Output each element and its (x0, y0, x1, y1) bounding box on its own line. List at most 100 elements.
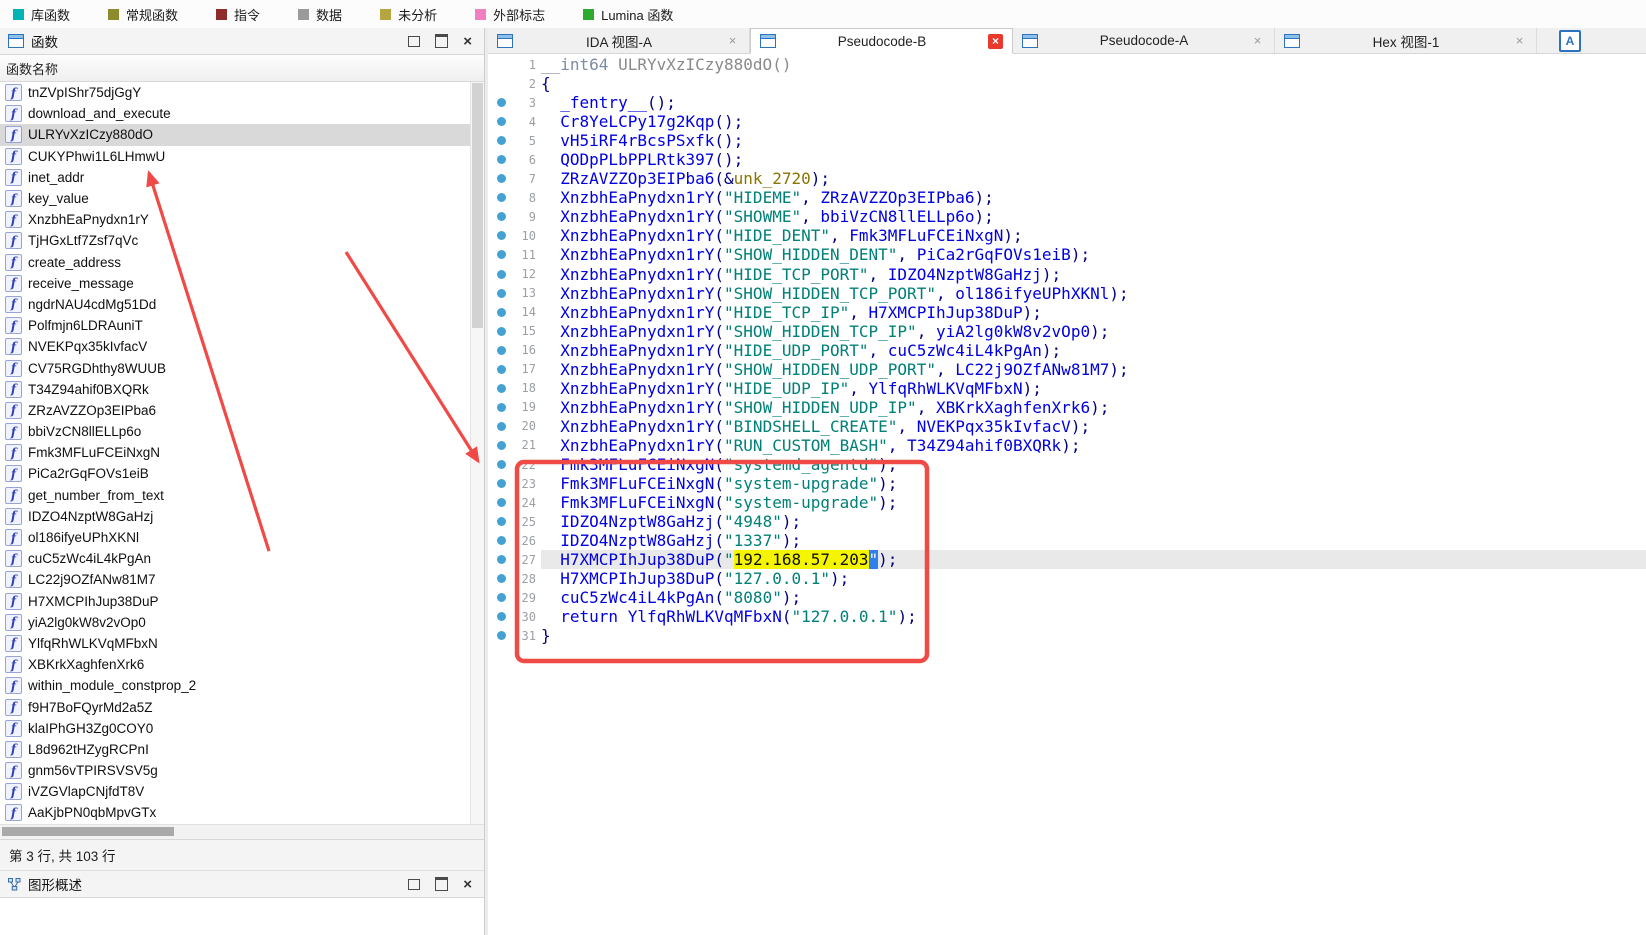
line-mark-dot[interactable] (496, 421, 506, 431)
code-line[interactable]: 14 XnzbhEaPnydxn1rY("HIDE_TCP_IP", H7XMC… (488, 303, 1646, 322)
line-mark-dot[interactable] (496, 250, 506, 260)
function-list-item[interactable]: f cuC5zWc4iL4kPgAn (0, 548, 471, 569)
line-mark-dot[interactable] (496, 440, 506, 450)
horizontal-scrollbar-thumb[interactable] (2, 827, 174, 836)
pseudocode-view[interactable]: 1 __int64 ULRYvXzICzy880dO() 2{3 _fentry__… (488, 54, 1646, 935)
line-mark-dot[interactable] (496, 193, 506, 203)
line-mark-dot[interactable] (496, 345, 506, 355)
line-mark-dot[interactable] (496, 174, 506, 184)
function-list-item[interactable]: f tnZVpIShr75djGgY (0, 82, 471, 103)
function-list-item[interactable]: f T34Z94ahif0BXQRk (0, 379, 471, 400)
function-list-item[interactable]: f H7XMCPIhJup38DuP (0, 591, 471, 612)
line-mark-dot[interactable] (496, 517, 506, 527)
function-list-item[interactable]: f XBKrkXaghfenXrk6 (0, 654, 471, 675)
code-line[interactable]: 25 IDZO4NzptW8GaHzj("4948"); (488, 512, 1646, 531)
line-mark-dot[interactable] (496, 631, 506, 641)
code-line[interactable]: 8 XnzbhEaPnydxn1rY("HIDEME", ZRzAVZZOp3E… (488, 188, 1646, 207)
line-mark-dot[interactable] (496, 536, 506, 546)
function-list-item[interactable]: f CV75RGDhthy8WUUB (0, 357, 471, 378)
code-line[interactable]: 30 return YlfqRhWLKVqMFbxN("127.0.0.1"); (488, 607, 1646, 626)
tab-close-icon[interactable]: × (1250, 33, 1265, 48)
code-line[interactable]: 3 _fentry__(); (488, 93, 1646, 112)
code-line[interactable]: 29 cuC5zWc4iL4kPgAn("8080"); (488, 588, 1646, 607)
column-header-function-name[interactable]: 函数名称 (0, 55, 484, 82)
function-list-item[interactable]: f receive_message (0, 273, 471, 294)
function-list-item[interactable]: f Polfmjn6LDRAuniT (0, 315, 471, 336)
line-mark-dot[interactable] (496, 555, 506, 565)
code-line[interactable]: 2{ (488, 74, 1646, 93)
float-window-icon[interactable] (435, 34, 449, 48)
line-mark-dot[interactable] (496, 117, 506, 127)
code-line[interactable]: 1 __int64 ULRYvXzICzy880dO() (488, 55, 1646, 74)
code-line[interactable]: 27 H7XMCPIhJup38DuP("192.168.57.203"); (488, 550, 1646, 570)
function-list-item[interactable]: f create_address (0, 252, 471, 273)
code-line[interactable]: 22 Fmk3MFLuFCEiNxgN("systemd_agentd"); (488, 455, 1646, 474)
tab-close-icon[interactable]: × (725, 33, 740, 48)
function-list-vertical-scrollbar[interactable] (470, 82, 484, 824)
function-list-item[interactable]: f download_and_execute (0, 103, 471, 124)
function-list-item[interactable]: f ol186ifyeUPhXKNl (0, 527, 471, 548)
line-mark-dot[interactable] (496, 574, 506, 584)
tab-ida-a[interactable]: IDA 视图-A × (488, 28, 750, 53)
code-line[interactable]: 10 XnzbhEaPnydxn1rY("HIDE_DENT", Fmk3MFL… (488, 226, 1646, 245)
tab-hex-1[interactable]: Hex 视图-1 × (1275, 28, 1537, 53)
code-line[interactable]: 9 XnzbhEaPnydxn1rY("SHOWME", bbiVzCN8llE… (488, 207, 1646, 226)
function-list-item[interactable]: f PiCa2rGqFOVs1eiB (0, 463, 471, 484)
function-list-item[interactable]: f XnzbhEaPnydxn1rY (0, 209, 471, 230)
function-list-item[interactable]: f within_module_constprop_2 (0, 675, 471, 696)
function-list-item[interactable]: f bbiVzCN8llELLp6o (0, 421, 471, 442)
code-line[interactable]: 21 XnzbhEaPnydxn1rY("RUN_CUSTOM_BASH", T… (488, 436, 1646, 455)
close-icon[interactable]: × (463, 34, 472, 49)
code-line[interactable]: 28 H7XMCPIhJup38DuP("127.0.0.1"); (488, 569, 1646, 588)
function-list-item[interactable]: f AaKjbPN0qbMpvGTx (0, 802, 471, 823)
function-list-horizontal-scrollbar[interactable] (0, 824, 484, 839)
line-mark-dot[interactable] (496, 212, 506, 222)
tab-close-icon[interactable]: × (988, 33, 1003, 49)
function-list-item[interactable]: f ZRzAVZZOp3EIPba6 (0, 400, 471, 421)
close-icon[interactable]: × (463, 877, 472, 892)
code-line[interactable]: 17 XnzbhEaPnydxn1rY("SHOW_HIDDEN_UDP_POR… (488, 360, 1646, 379)
code-line[interactable]: 13 XnzbhEaPnydxn1rY("SHOW_HIDDEN_TCP_POR… (488, 284, 1646, 303)
line-mark-dot[interactable] (496, 593, 506, 603)
code-line[interactable]: 12 XnzbhEaPnydxn1rY("HIDE_TCP_PORT", IDZ… (488, 265, 1646, 284)
code-line[interactable]: 6 QODpPLbPPLRtk397(); (488, 150, 1646, 169)
vertical-scrollbar-thumb[interactable] (472, 83, 483, 328)
line-mark-dot[interactable] (496, 155, 506, 165)
function-list-item[interactable]: f f9H7BoFQyrMd2a5Z (0, 696, 471, 717)
line-mark-dot[interactable] (496, 612, 506, 622)
line-mark-dot[interactable] (496, 364, 506, 374)
line-mark-dot[interactable] (496, 288, 506, 298)
line-mark-dot[interactable] (496, 460, 506, 469)
code-line[interactable]: 31} (488, 626, 1646, 645)
line-mark-dot[interactable] (496, 498, 506, 508)
code-line[interactable]: 4 Cr8YeLCPy17g2Kqp(); (488, 112, 1646, 131)
function-list-item[interactable]: f ngdrNAU4cdMg51Dd (0, 294, 471, 315)
function-list-item[interactable]: f TjHGxLtf7Zsf7qVc (0, 230, 471, 251)
code-line[interactable]: 5 vH5iRF4rBcsPSxfk(); (488, 131, 1646, 150)
function-list-item[interactable]: f get_number_from_text (0, 485, 471, 506)
float-window-icon[interactable] (435, 877, 449, 891)
code-line[interactable]: 18 XnzbhEaPnydxn1rY("HIDE_UDP_IP", YlfqR… (488, 379, 1646, 398)
line-mark-dot[interactable] (496, 269, 506, 279)
code-line[interactable]: 23 Fmk3MFLuFCEiNxgN("system-upgrade"); (488, 474, 1646, 493)
function-list-item[interactable]: f inet_addr (0, 167, 471, 188)
code-line[interactable]: 15 XnzbhEaPnydxn1rY("SHOW_HIDDEN_TCP_IP"… (488, 322, 1646, 341)
function-list-item[interactable]: f IDZO4NzptW8GaHzj (0, 506, 471, 527)
function-list-item[interactable]: f Fmk3MFLuFCEiNxgN (0, 442, 471, 463)
code-line[interactable]: 24 Fmk3MFLuFCEiNxgN("system-upgrade"); (488, 493, 1646, 512)
code-line[interactable]: 7 ZRzAVZZOp3EIPba6(&unk_2720); (488, 169, 1646, 188)
code-line[interactable]: 26 IDZO4NzptW8GaHzj("1337"); (488, 531, 1646, 550)
line-mark-dot[interactable] (496, 307, 506, 317)
window-list-icon[interactable]: A (1559, 29, 1581, 52)
function-list-item[interactable]: f iVZGVlapCNjfdT8V (0, 781, 471, 802)
code-line[interactable]: 11 XnzbhEaPnydxn1rY("SHOW_HIDDEN_DENT", … (488, 245, 1646, 264)
function-list-item[interactable]: f LC22j9OZfANw81M7 (0, 569, 471, 590)
line-mark-dot[interactable] (496, 383, 506, 393)
line-mark-dot[interactable] (496, 98, 506, 108)
code-line[interactable]: 16 XnzbhEaPnydxn1rY("HIDE_UDP_PORT", cuC… (488, 341, 1646, 360)
line-mark-dot[interactable] (496, 326, 506, 336)
function-list-item[interactable]: f gnm56vTPIRSVSV5g (0, 760, 471, 781)
function-list-item[interactable]: f CUKYPhwi1L6LHmwU (0, 146, 471, 167)
line-mark-dot[interactable] (496, 402, 506, 412)
line-mark-dot[interactable] (496, 479, 506, 489)
